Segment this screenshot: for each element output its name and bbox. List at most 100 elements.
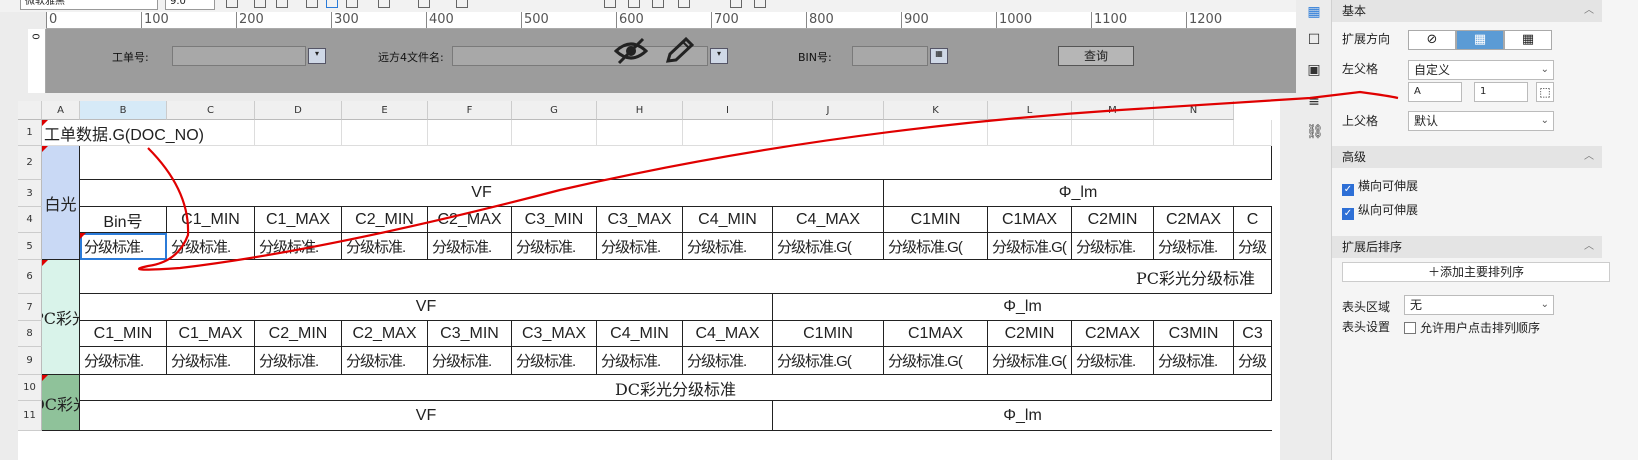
column-header[interactable]: L: [988, 101, 1072, 120]
column-title-cell[interactable]: C2MAX: [1072, 321, 1154, 347]
align-center-icon[interactable]: [326, 0, 338, 8]
column-title-cell[interactable]: C3_MIN: [428, 321, 512, 347]
formula-cell[interactable]: 分级标准.: [428, 347, 512, 375]
allow-user-sort-checkbox[interactable]: 允许用户点击排列顺序: [1404, 319, 1540, 336]
column-header[interactable]: J: [773, 101, 884, 120]
column-title-cell[interactable]: C2_MIN: [342, 207, 428, 233]
phi-header[interactable]: Φ_lm: [773, 294, 1272, 321]
column-title-cell[interactable]: C2_MIN: [255, 321, 342, 347]
grid-cell[interactable]: [683, 120, 773, 146]
column-title-cell[interactable]: C2_MAX: [342, 321, 428, 347]
column-title-cell[interactable]: C4_MIN: [683, 207, 773, 233]
order-no-picker-icon[interactable]: ▾: [308, 48, 326, 64]
formula-cell[interactable]: 分级标准.: [683, 233, 773, 260]
row-header[interactable]: 1: [18, 120, 42, 146]
row-header[interactable]: 9: [18, 347, 42, 375]
column-title-cell[interactable]: C1MAX: [988, 207, 1072, 233]
row-header[interactable]: 7: [18, 294, 42, 321]
italic-icon[interactable]: [254, 0, 266, 8]
left-parent-select[interactable]: 自定义 ⌄: [1408, 60, 1554, 80]
column-title-cell[interactable]: C3_MAX: [512, 321, 597, 347]
column-title-cell[interactable]: C4_MAX: [683, 321, 773, 347]
column-title-cell[interactable]: C3_MAX: [597, 207, 683, 233]
column-header[interactable]: A: [42, 101, 80, 120]
column-title-cell[interactable]: C2MIN: [1072, 207, 1154, 233]
column-header[interactable]: F: [428, 101, 512, 120]
vf-header[interactable]: VF: [80, 401, 773, 431]
grid-cell[interactable]: [988, 120, 1072, 146]
column-header[interactable]: D: [255, 101, 342, 120]
corner-cell[interactable]: [18, 101, 42, 120]
column-title-cell[interactable]: C1_MAX: [167, 321, 255, 347]
column-title-cell[interactable]: C1_MIN: [80, 321, 167, 347]
row-header[interactable]: 8: [18, 321, 42, 347]
column-header[interactable]: N: [1154, 101, 1234, 120]
image-icon[interactable]: [678, 0, 690, 8]
formula-cell[interactable]: 分级标准.G(: [988, 233, 1072, 260]
row-header[interactable]: 3: [18, 180, 42, 207]
column-header[interactable]: E: [342, 101, 428, 120]
phi-header[interactable]: Φ_lm: [884, 180, 1272, 207]
column-title-cell[interactable]: C: [1234, 207, 1272, 233]
row-header[interactable]: 2: [18, 146, 42, 180]
column-title-cell[interactable]: C3: [1234, 321, 1272, 347]
chart-icon[interactable]: [652, 0, 664, 8]
horizontal-stretch-checkbox[interactable]: ✓ 横向可伸展: [1342, 177, 1418, 196]
dc-title-cell[interactable]: DC彩光分级标准: [80, 375, 1272, 401]
left-parent-row-input[interactable]: 1: [1474, 82, 1528, 102]
phi-header[interactable]: Φ_lm: [773, 401, 1272, 431]
text-icon[interactable]: [604, 0, 616, 8]
column-header[interactable]: K: [884, 101, 988, 120]
vertical-stretch-checkbox[interactable]: ✓ 纵向可伸展: [1342, 201, 1418, 220]
column-header[interactable]: G: [512, 101, 597, 120]
formula-cell[interactable]: 分级: [1234, 233, 1272, 260]
formula-cell[interactable]: 分级标准.G(: [773, 233, 884, 260]
row-header[interactable]: 11: [18, 401, 42, 431]
section-sort[interactable]: 扩展后排序 ︿: [1332, 236, 1602, 258]
grid-cell[interactable]: [1154, 120, 1234, 146]
formula-cell[interactable]: 分级标准.: [428, 233, 512, 260]
add-sort-button[interactable]: ＋添加主要排列序: [1342, 262, 1610, 282]
grid-cell[interactable]: [80, 146, 1272, 180]
bin-no-picker-icon[interactable]: ▦: [930, 48, 948, 64]
column-title-cell[interactable]: C3_MIN: [512, 207, 597, 233]
header-area-select[interactable]: 无 ⌄: [1404, 295, 1554, 315]
row-header[interactable]: 5: [18, 233, 42, 260]
font-color-icon[interactable]: [456, 0, 468, 8]
formula-cell[interactable]: 分级标准.G(: [773, 347, 884, 375]
font-family-select[interactable]: 微软雅黑: [20, 0, 158, 10]
fill-color-icon[interactable]: [418, 0, 430, 8]
formula-cell[interactable]: 分级标准.: [1072, 233, 1154, 260]
column-title-cell[interactable]: C1MIN: [773, 321, 884, 347]
insert-icon[interactable]: [730, 0, 742, 8]
section-basic[interactable]: 基本 ︿: [1332, 0, 1602, 22]
column-title-cell[interactable]: C3MIN: [1154, 321, 1234, 347]
top-parent-select[interactable]: 默认 ⌄: [1408, 111, 1554, 131]
cell-attributes-icon[interactable]: ▦: [1306, 4, 1322, 20]
align-left-icon[interactable]: [306, 0, 318, 8]
grid-cell[interactable]: [597, 120, 683, 146]
vf-header[interactable]: VF: [80, 180, 884, 207]
column-header[interactable]: B: [80, 101, 167, 120]
formula-cell[interactable]: 分级标准.: [597, 347, 683, 375]
pc-color-label[interactable]: PC彩光: [42, 260, 80, 375]
column-title-cell[interactable]: C4_MIN: [597, 321, 683, 347]
grid-cell[interactable]: [1234, 120, 1272, 146]
section-advanced[interactable]: 高级 ︿: [1332, 146, 1602, 168]
column-title-cell[interactable]: C2_MAX: [428, 207, 512, 233]
formula-cell[interactable]: 分级标准.: [255, 347, 342, 375]
formula-cell[interactable]: 分级标准.: [683, 347, 773, 375]
formula-cell[interactable]: 分级标准.: [80, 347, 167, 375]
column-title-cell[interactable]: C1_MIN: [167, 207, 255, 233]
vf-header[interactable]: VF: [80, 294, 773, 321]
hidden-eye-icon[interactable]: [613, 37, 649, 72]
formula-cell[interactable]: 分级标准.: [597, 233, 683, 260]
formula-cell[interactable]: 分级标准.: [512, 233, 597, 260]
formula-cell[interactable]: 分级标准.: [342, 347, 428, 375]
column-title-cell[interactable]: C1MAX: [884, 321, 988, 347]
formula-cell[interactable]: 分级标准.: [255, 233, 342, 260]
left-parent-column-input[interactable]: A: [1408, 82, 1462, 102]
border-icon[interactable]: [378, 0, 390, 8]
row-header[interactable]: 6: [18, 260, 42, 294]
pen-icon[interactable]: [664, 36, 695, 72]
